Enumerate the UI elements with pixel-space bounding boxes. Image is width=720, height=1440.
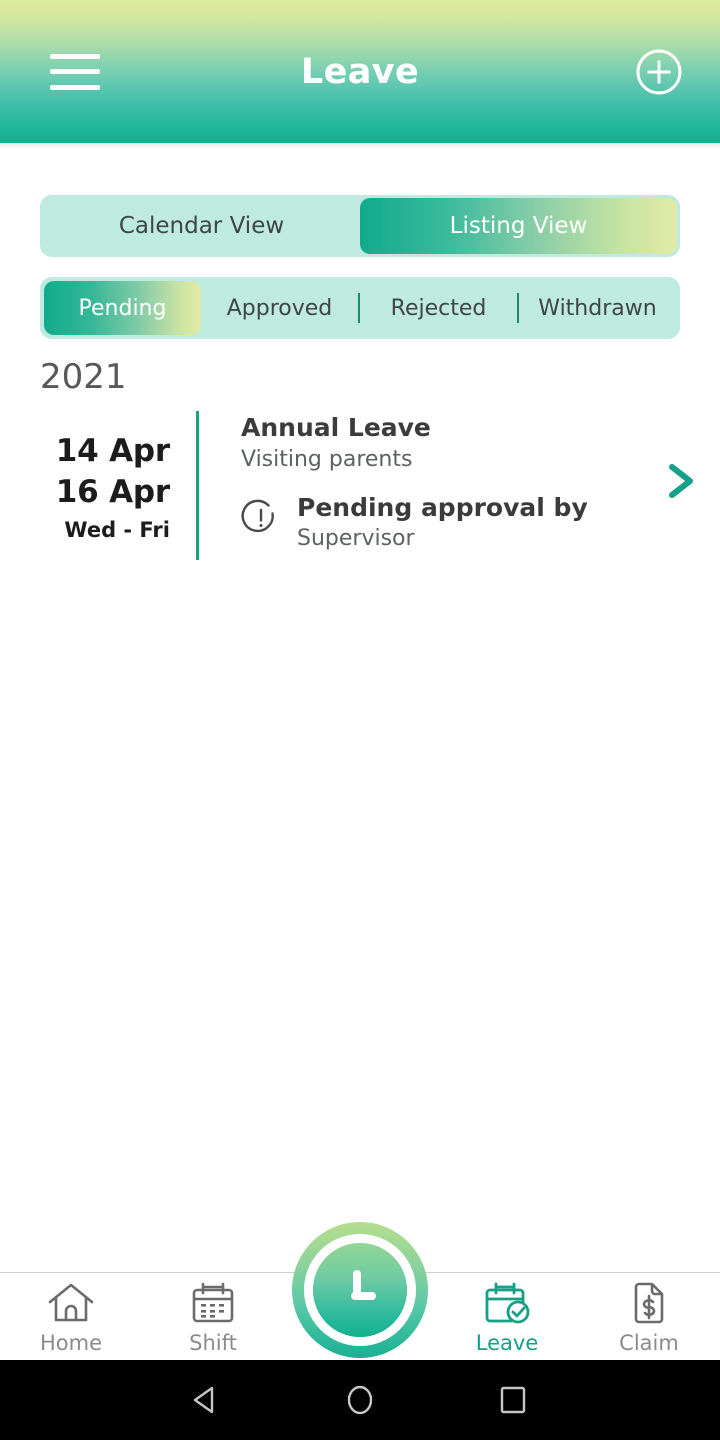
home-icon — [45, 1279, 97, 1327]
nav-item-shift[interactable]: Shift — [142, 1279, 284, 1355]
nav-item-home[interactable]: Home — [0, 1279, 142, 1355]
nav-item-shift-label: Shift — [189, 1330, 237, 1355]
leave-date-column: 14 Apr 16 Apr Wed - Fri — [0, 407, 196, 562]
clock-fab-button[interactable] — [292, 1222, 428, 1358]
nav-item-leave-label: Leave — [475, 1330, 539, 1355]
year-header: 2021 — [40, 357, 127, 397]
clock-icon — [313, 1243, 407, 1337]
hamburger-menu-icon[interactable] — [50, 53, 100, 90]
exclamation-circle-icon — [241, 498, 281, 538]
status-tab-pending-label: Pending — [78, 295, 167, 321]
clock-icon-svg — [351, 1270, 376, 1300]
back-triangle-icon[interactable] — [183, 1376, 231, 1424]
view-toggle-calendar-label: Calendar View — [118, 213, 285, 239]
home-circle-icon[interactable] — [336, 1376, 384, 1424]
calendar-check-icon — [481, 1279, 533, 1327]
calendar-icon — [188, 1279, 238, 1327]
nav-item-leave[interactable]: Leave — [436, 1279, 578, 1355]
leave-start-date: 14 Apr — [55, 432, 170, 469]
view-toggle-listing[interactable]: Listing View — [360, 198, 677, 254]
app-root: Leave Calendar View Listing View Pending — [0, 0, 720, 1440]
nav-item-home-label: Home — [39, 1330, 102, 1355]
recents-square-svg — [501, 1386, 526, 1414]
exclamation-circle-svg — [241, 499, 274, 533]
leave-info-column: Annual Leave Visiting parents Pending ap… — [199, 407, 640, 562]
hamburger-bar — [50, 53, 100, 59]
home-circle-svg — [347, 1385, 373, 1415]
nav-item-claim[interactable]: Claim — [578, 1279, 720, 1355]
leave-day-range: Wed - Fri — [64, 518, 170, 543]
status-tab-approved[interactable]: Approved — [201, 281, 358, 335]
leave-status-block: Pending approval by Supervisor — [241, 493, 640, 551]
plus-circle-icon[interactable] — [635, 48, 683, 96]
page-title: Leave — [300, 51, 420, 92]
status-tab-pending[interactable]: Pending — [44, 281, 201, 335]
clock-fab-ring — [304, 1234, 416, 1346]
android-system-nav — [0, 1360, 720, 1440]
status-tab-approved-label: Approved — [226, 295, 333, 321]
status-tab-rejected-label: Rejected — [390, 295, 487, 321]
document-dollar-icon — [627, 1279, 671, 1327]
nav-item-claim-label: Claim — [619, 1330, 679, 1355]
main-content: Calendar View Listing View Pending Appro… — [0, 149, 720, 1440]
leave-type-label: Annual Leave — [241, 413, 431, 442]
leave-status-subject: Supervisor — [297, 525, 415, 551]
calendar-check-icon-svg — [485, 1282, 530, 1323]
chevron-right-icon[interactable] — [640, 407, 720, 562]
hamburger-bar — [50, 84, 100, 90]
status-tab-withdrawn-label: Withdrawn — [538, 295, 657, 321]
leave-status-text: Pending approval by Supervisor — [297, 493, 588, 551]
table-row[interactable]: 14 Apr 16 Apr Wed - Fri Annual Leave Vis… — [0, 407, 720, 562]
view-toggle-calendar[interactable]: Calendar View — [43, 198, 360, 254]
leave-end-date: 16 Apr — [55, 473, 170, 510]
view-toggle-listing-label: Listing View — [449, 213, 588, 239]
plus-circle-svg — [636, 49, 682, 94]
home-icon-svg — [48, 1283, 94, 1321]
status-tab-rejected[interactable]: Rejected — [360, 281, 517, 335]
hamburger-bar — [50, 69, 100, 74]
leave-reason-label: Visiting parents — [241, 447, 413, 472]
status-tabs: Pending Approved Rejected Withdrawn — [40, 277, 680, 339]
status-tab-withdrawn[interactable]: Withdrawn — [519, 281, 676, 335]
back-triangle-svg — [193, 1386, 213, 1414]
chevron-right-svg — [669, 463, 693, 498]
view-toggle: Calendar View Listing View — [40, 195, 680, 257]
document-dollar-icon-svg — [634, 1282, 664, 1323]
calendar-icon-svg — [192, 1282, 234, 1322]
leave-status-title: Pending approval by — [297, 493, 588, 522]
recents-square-icon[interactable] — [489, 1376, 537, 1424]
app-header: Leave — [0, 0, 720, 143]
